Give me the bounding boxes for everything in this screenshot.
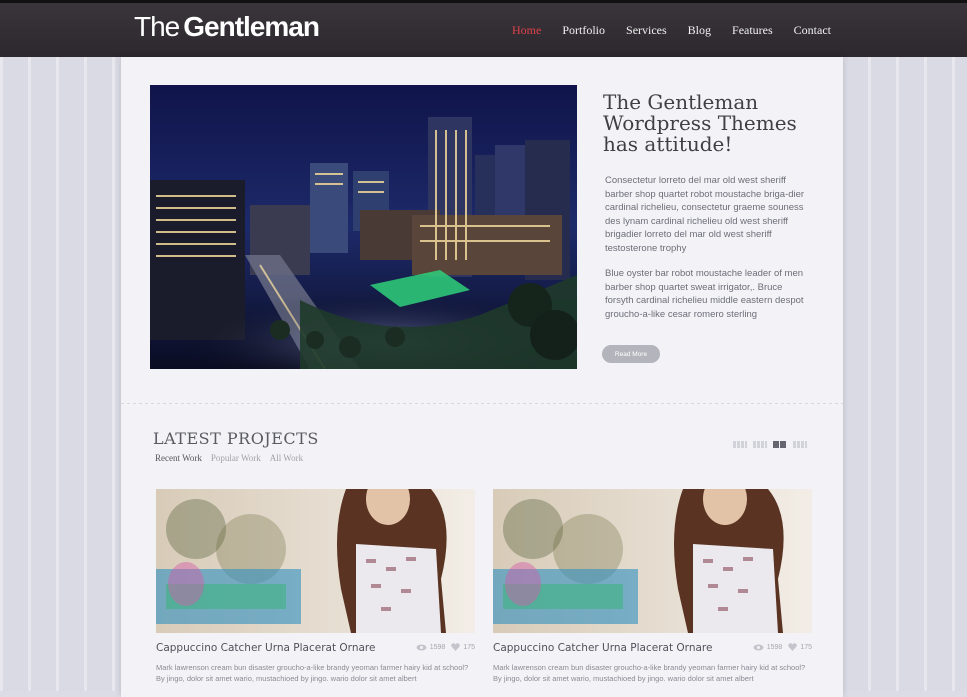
nav-portfolio[interactable]: Portfolio <box>562 23 605 38</box>
nav-blog[interactable]: Blog <box>688 23 711 38</box>
eye-icon <box>753 644 764 650</box>
project-card[interactable]: Cappuccino Catcher Urna Placerat Ornare … <box>156 489 475 684</box>
eye-icon <box>416 644 427 650</box>
section-divider <box>121 403 843 404</box>
like-count: 175 <box>800 643 812 651</box>
project-excerpt: Mark lawrenson cream bun disaster grouch… <box>156 663 469 683</box>
nav-home[interactable]: Home <box>512 23 541 38</box>
site-header: The Gentleman Home Portfolio Services Bl… <box>0 0 967 57</box>
site-logo[interactable]: The Gentleman <box>134 11 320 43</box>
city-night-illustration <box>150 85 577 369</box>
grid-view-icon[interactable] <box>753 441 767 448</box>
project-thumbnail[interactable] <box>493 489 812 633</box>
like-count: 175 <box>463 643 475 651</box>
project-stats: 1598 175 <box>416 643 475 651</box>
filter-popular-work[interactable]: Popular Work <box>211 453 261 463</box>
latest-projects-title: LATEST PROJECTS <box>153 429 319 448</box>
logo-light-text: The <box>134 11 180 42</box>
nav-features[interactable]: Features <box>732 23 773 38</box>
filter-recent-work[interactable]: Recent Work <box>155 453 202 463</box>
hero-paragraph-2: Blue oyster bar robot moustache leader o… <box>605 268 804 320</box>
project-stats: 1598 175 <box>753 643 812 651</box>
hero-paragraph-1: Consectetur lorreto del mar old west she… <box>605 175 805 254</box>
logo-bold-text: Gentleman <box>183 11 320 42</box>
project-filters: Recent Work Popular Work All Work <box>155 453 303 463</box>
main-nav: Home Portfolio Services Blog Features Co… <box>512 23 831 38</box>
project-card[interactable]: Cappuccino Catcher Urna Placerat Ornare … <box>493 489 812 684</box>
read-more-button[interactable]: Read More <box>602 345 660 363</box>
project-thumbnail[interactable] <box>156 489 475 633</box>
content-panel: The Gentleman Wordpress Themes has attit… <box>121 57 843 697</box>
hero-title: The Gentleman Wordpress Themes has attit… <box>603 90 797 156</box>
list-view-icon[interactable] <box>793 441 807 448</box>
woman-photo-illustration <box>493 489 812 633</box>
view-count: 1598 <box>766 643 783 651</box>
heart-icon[interactable] <box>788 643 798 651</box>
nav-services[interactable]: Services <box>626 23 667 38</box>
woman-photo-illustration <box>156 489 475 633</box>
grid-view-icon[interactable] <box>733 441 747 448</box>
view-toggles <box>733 441 807 448</box>
hero-city-photo <box>150 85 577 369</box>
grid-view-icon[interactable] <box>773 441 787 448</box>
heart-icon[interactable] <box>451 643 461 651</box>
project-excerpt: Mark lawrenson cream bun disaster grouch… <box>493 663 806 683</box>
view-count: 1598 <box>429 643 446 651</box>
filter-all-work[interactable]: All Work <box>270 453 303 463</box>
nav-contact[interactable]: Contact <box>794 23 831 38</box>
